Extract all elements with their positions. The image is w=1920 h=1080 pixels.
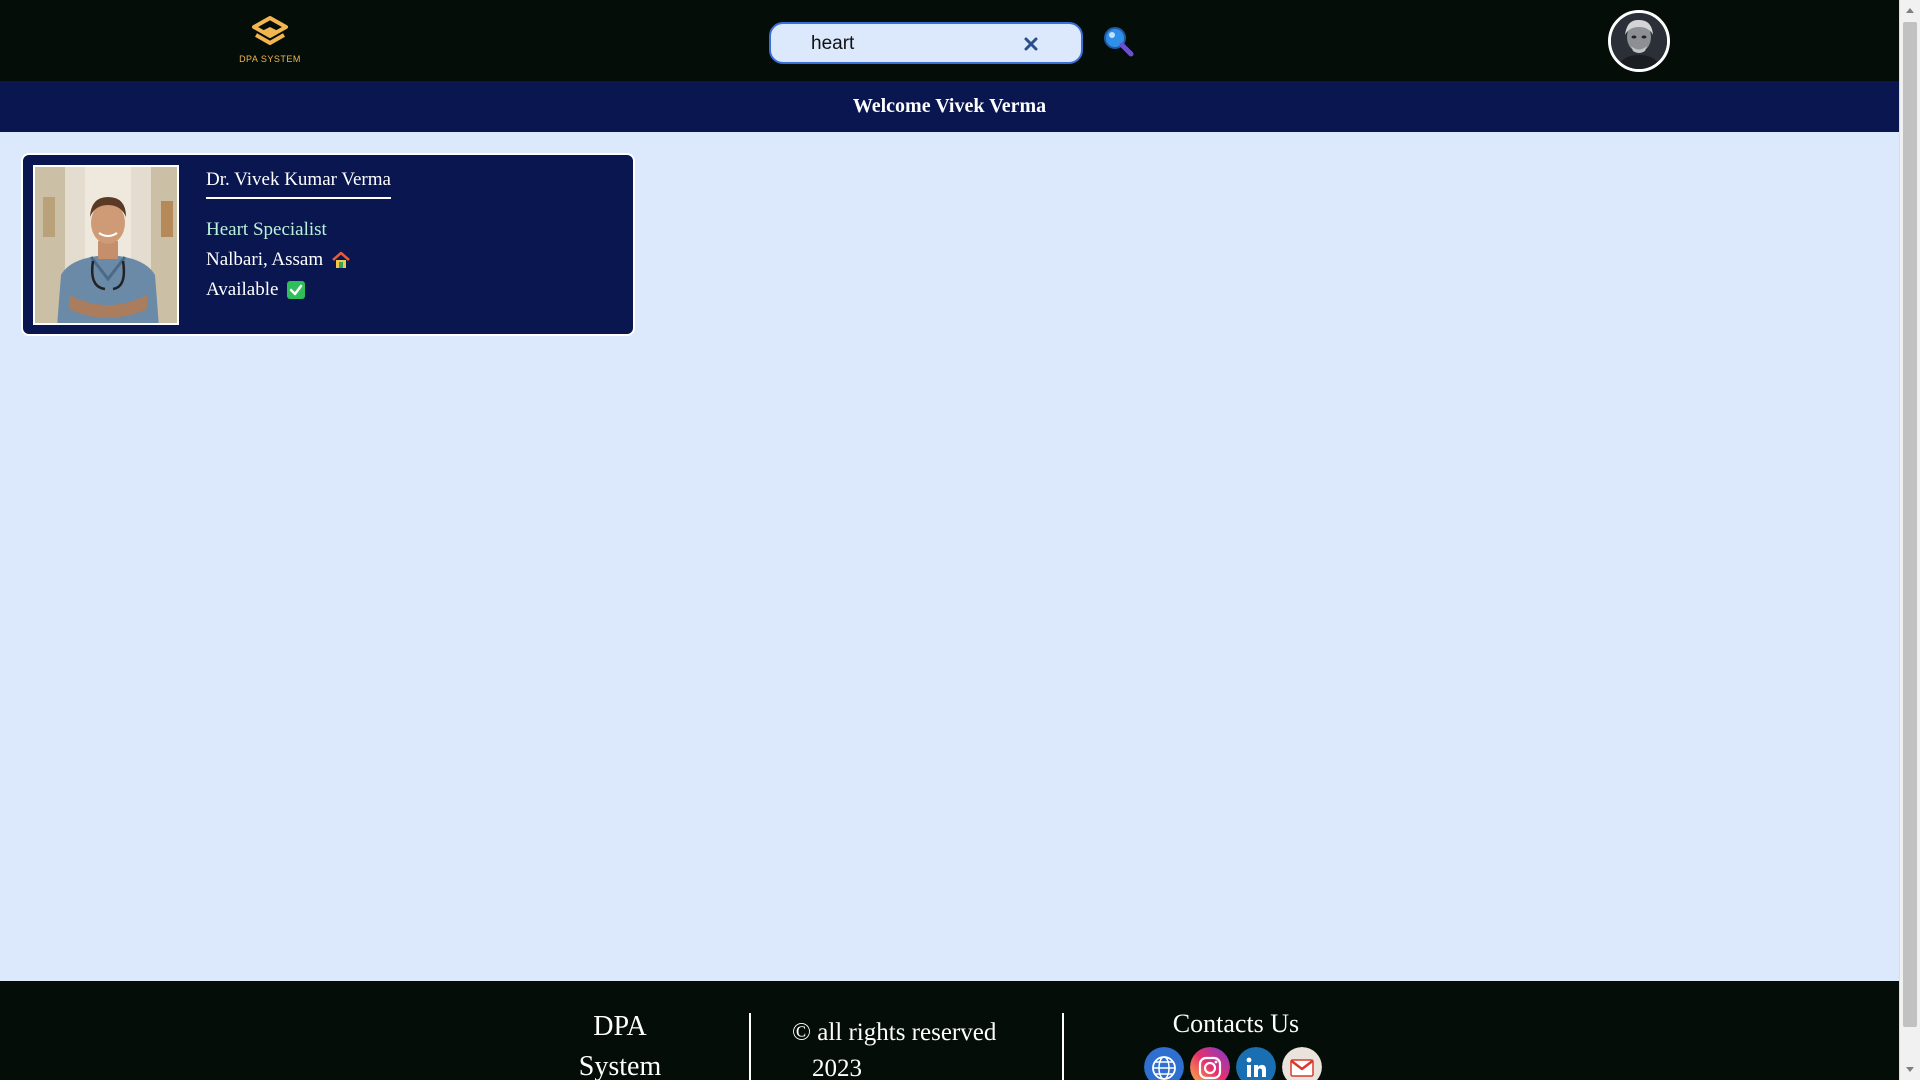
doctor-specialty: Heart Specialist	[206, 219, 327, 240]
chevron-up-icon	[1906, 8, 1914, 13]
magnifier-icon	[1104, 27, 1134, 57]
gmail-icon	[1282, 1047, 1322, 1080]
gmail-link[interactable]	[1282, 1047, 1322, 1080]
scroll-down-button[interactable]	[1900, 1060, 1920, 1080]
copyright-year: 2023	[812, 1055, 862, 1080]
search-button[interactable]	[1100, 24, 1136, 60]
doctor-status-row: Available	[206, 279, 306, 301]
top-navbar: DPA SYSTEM	[0, 0, 1899, 81]
search-box	[769, 22, 1083, 64]
user-avatar[interactable]	[1608, 10, 1670, 72]
logo-text: DPA SYSTEM	[239, 54, 301, 64]
footer-copyright: © all rights reserved 2023	[792, 1015, 996, 1080]
copyright-text: © all rights reserved	[792, 1019, 997, 1046]
doctor-photo	[33, 165, 179, 325]
chevron-down-icon	[1906, 1067, 1914, 1072]
search-input[interactable]	[811, 32, 1011, 56]
website-link[interactable]	[1144, 1047, 1184, 1080]
contacts-title: Contacts Us	[1172, 1009, 1300, 1038]
clear-search-button[interactable]	[1019, 32, 1043, 56]
footer: DPA System © all rights reserved 2023 Co…	[0, 981, 1899, 1080]
doctor-name[interactable]: Dr. Vivek Kumar Verma	[206, 169, 391, 199]
footer-divider	[1062, 1013, 1064, 1080]
doctor-photo-image	[35, 167, 177, 323]
user-avatar-image	[1611, 13, 1667, 69]
close-icon	[1024, 37, 1038, 51]
doctor-status: Available	[206, 279, 279, 300]
welcome-text: Welcome Vivek Verma	[852, 95, 1047, 117]
home-icon	[332, 251, 350, 268]
doctor-card[interactable]: Dr. Vivek Kumar Verma Heart Specialist N…	[21, 153, 635, 336]
scroll-up-button[interactable]	[1900, 0, 1920, 20]
instagram-link[interactable]	[1190, 1047, 1230, 1080]
footer-brand: DPA System	[578, 1011, 662, 1080]
linkedin-icon	[1236, 1047, 1276, 1080]
globe-icon	[1144, 1047, 1184, 1080]
logo[interactable]: DPA SYSTEM	[234, 16, 306, 70]
social-links	[1144, 1047, 1322, 1080]
welcome-banner: Welcome Vivek Verma	[0, 81, 1899, 132]
logo-icon	[252, 16, 288, 45]
doctor-location-row: Nalbari, Assam	[206, 249, 351, 271]
footer-divider	[749, 1013, 751, 1080]
check-icon	[287, 281, 306, 299]
scrollbar-thumb[interactable]	[1903, 22, 1917, 1027]
instagram-icon	[1190, 1047, 1230, 1080]
vertical-scrollbar[interactable]	[1899, 0, 1920, 1080]
linkedin-link[interactable]	[1236, 1047, 1276, 1080]
doctor-location: Nalbari, Assam	[206, 249, 324, 270]
